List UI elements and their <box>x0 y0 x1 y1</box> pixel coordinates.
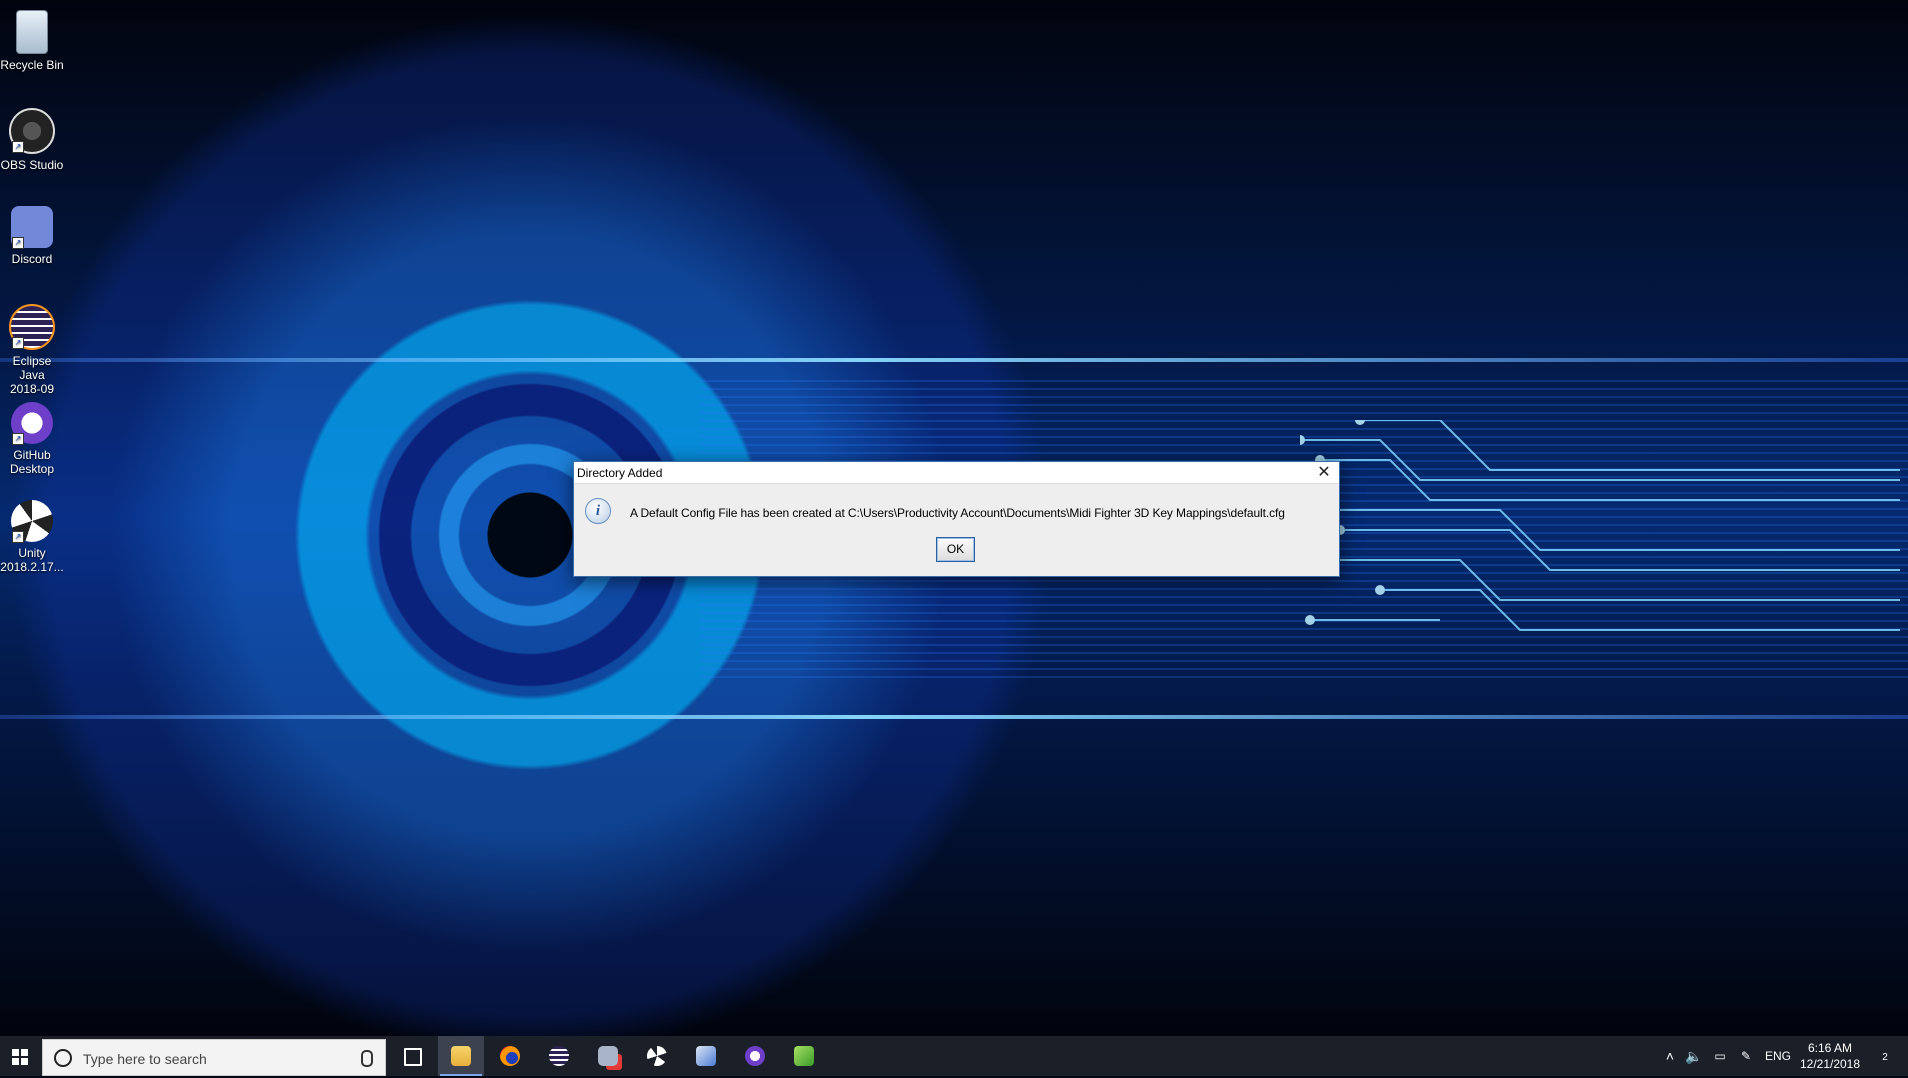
taskbar-file-explorer[interactable] <box>438 1036 484 1076</box>
firefox-icon <box>500 1046 520 1066</box>
windows-logo-icon <box>12 1049 28 1065</box>
taskbar-task-view[interactable] <box>389 1036 435 1076</box>
speaker-icon[interactable]: 🔈 <box>1682 1036 1706 1076</box>
eclipse-icon: ↗ <box>9 304 55 350</box>
notification-count: 2 <box>1882 1052 1888 1063</box>
taskbar: Type here to search ˄ 🔈 ▭ ✎ ENG 6:16 AM … <box>0 1036 1908 1076</box>
shortcut-arrow-icon: ↗ <box>12 237 24 249</box>
wallpaper-light-line-top <box>0 358 1908 362</box>
language-indicator[interactable]: ENG <box>1762 1036 1794 1076</box>
wallpaper-light-line-bottom <box>0 715 1908 719</box>
taskbar-eclipse[interactable] <box>536 1036 582 1076</box>
desktop-icon-label: Recycle Bin <box>0 58 64 72</box>
folder-icon <box>451 1046 471 1066</box>
desktop-icon-label: Unity 2018.2.17... <box>0 546 64 574</box>
network-icon[interactable]: ▭ <box>1708 1036 1732 1076</box>
obs-icon <box>598 1046 618 1066</box>
recycle-bin-icon <box>16 10 48 54</box>
taskbar-app-8[interactable] <box>781 1036 827 1076</box>
dialog-message: A Default Config File has been created a… <box>630 506 1285 520</box>
microphone-icon[interactable] <box>361 1050 373 1067</box>
desktop-icon-label: GitHub Desktop <box>9 448 55 476</box>
discord-icon: ↗ <box>11 206 53 249</box>
cortana-icon <box>54 1049 72 1067</box>
chevron-up-icon[interactable]: ˄ <box>1660 1036 1680 1076</box>
close-icon[interactable]: ✕ <box>1309 462 1339 483</box>
notepad-icon <box>794 1046 814 1066</box>
pen-icon[interactable]: ✎ <box>1734 1036 1758 1076</box>
shortcut-arrow-icon: ↗ <box>12 141 24 153</box>
taskbar-obs-studio[interactable] <box>585 1036 631 1076</box>
desktop-icon-label: Discord <box>11 252 53 266</box>
paint-icon <box>696 1046 716 1066</box>
github-desktop-icon: ↗ <box>11 402 53 445</box>
ok-button[interactable]: OK <box>936 537 975 562</box>
eclipse-icon <box>549 1046 569 1066</box>
taskbar-unity[interactable] <box>634 1036 680 1076</box>
github-icon <box>745 1046 765 1066</box>
search-box[interactable]: Type here to search <box>42 1039 386 1076</box>
clock-time: 6:16 AM <box>1807 1041 1853 1055</box>
shortcut-arrow-icon: ↗ <box>12 433 24 445</box>
desktop-icon-recycle-bin[interactable]: Recycle Bin <box>0 4 64 72</box>
desktop-icon-discord[interactable]: ↗ Discord <box>0 200 64 266</box>
desktop-icon-unity[interactable]: ↗ Unity 2018.2.17... <box>0 494 64 574</box>
taskbar-firefox[interactable] <box>487 1036 533 1076</box>
dialog-title: Directory Added <box>577 466 663 480</box>
shortcut-arrow-icon: ↗ <box>12 337 24 349</box>
taskbar-app-6[interactable] <box>683 1036 729 1076</box>
shortcut-arrow-icon: ↗ <box>12 531 24 543</box>
desktop-icon-obs-studio[interactable]: ↗ OBS Studio <box>0 102 64 172</box>
clock[interactable]: 6:16 AM 12/21/2018 <box>1796 1040 1864 1072</box>
desktop-icon-label: Eclipse Java 2018-09 <box>9 354 55 396</box>
taskbar-github-desktop[interactable] <box>732 1036 778 1076</box>
task-view-icon <box>404 1048 422 1066</box>
desktop-icon-label: OBS Studio <box>0 158 64 172</box>
directory-added-dialog: Directory Added ✕ i A Default Config Fil… <box>573 461 1340 577</box>
wallpaper-circuit <box>1300 420 1900 631</box>
notification-icon[interactable]: 2 <box>1870 1036 1900 1076</box>
unity-icon: ↗ <box>11 500 53 543</box>
desktop-icon-eclipse[interactable]: ↗ Eclipse Java 2018-09 <box>0 298 64 396</box>
clock-date: 12/21/2018 <box>1799 1057 1861 1071</box>
info-icon: i <box>585 498 611 524</box>
start-button[interactable] <box>0 1036 40 1076</box>
desktop-icon-github-desktop[interactable]: ↗ GitHub Desktop <box>0 396 64 476</box>
search-placeholder: Type here to search <box>83 1051 207 1067</box>
obs-studio-icon: ↗ <box>9 108 55 154</box>
unity-icon <box>647 1046 667 1066</box>
dialog-titlebar[interactable]: Directory Added ✕ <box>574 462 1339 484</box>
